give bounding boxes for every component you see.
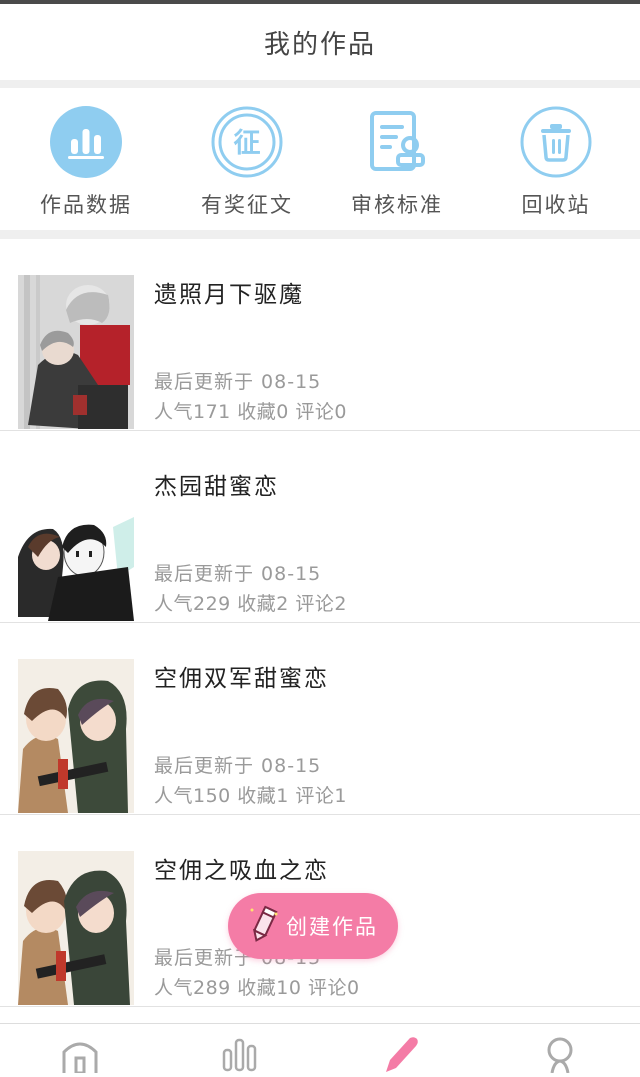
- bottom-nav-write[interactable]: [320, 1024, 480, 1073]
- section-divider: [0, 230, 640, 239]
- work-updated-time: 最后更新于 08-15: [154, 371, 322, 393]
- work-stats: 人气229 收藏2 评论2: [154, 593, 348, 615]
- work-cover-image: [18, 467, 134, 621]
- bottom-nav-home[interactable]: [0, 1024, 160, 1075]
- trash-icon: [519, 105, 593, 179]
- quick-nav: 作品数据 征 有奖征文 审核标准 回收站: [0, 88, 640, 230]
- review-document-icon: [360, 105, 434, 179]
- work-updated-time: 最后更新于 08-15: [154, 755, 322, 777]
- quicknav-label: 有奖征文: [201, 193, 293, 217]
- work-stats: 人气289 收藏10 评论0: [154, 977, 360, 999]
- pencil-icon: [248, 904, 280, 948]
- bottom-nav: [0, 1023, 640, 1075]
- quicknav-label: 回收站: [521, 193, 591, 217]
- page-title: 我的作品: [263, 29, 376, 60]
- contest-glyph: 征: [234, 128, 261, 159]
- quicknav-works-data[interactable]: 作品数据: [0, 88, 172, 230]
- work-cover-image: [18, 275, 134, 429]
- stats-icon: [220, 1036, 260, 1077]
- work-stats: 人气171 收藏0 评论0: [154, 401, 348, 423]
- quicknav-review-standards[interactable]: 审核标准: [322, 88, 472, 230]
- work-item[interactable]: 遗照月下驱魔 最后更新于 08-15 人气171 收藏0 评论0: [0, 239, 640, 431]
- work-item[interactable]: 空佣双军甜蜜恋 最后更新于 08-15 人气150 收藏1 评论1: [0, 623, 640, 815]
- work-title: 杰园甜蜜恋: [154, 474, 279, 500]
- quicknav-contest[interactable]: 征 有奖征文: [172, 88, 322, 230]
- work-title: 空佣之吸血之恋: [154, 858, 329, 884]
- work-title: 遗照月下驱魔: [154, 282, 304, 308]
- bottom-nav-stats[interactable]: [160, 1024, 320, 1073]
- home-icon: [60, 1036, 100, 1077]
- profile-icon: [540, 1036, 580, 1077]
- work-cover-image: [18, 659, 134, 813]
- quicknav-label: 作品数据: [40, 193, 132, 217]
- page-header: 我的作品: [0, 4, 640, 80]
- create-work-button[interactable]: 创建作品: [228, 893, 398, 959]
- quicknav-recycle-bin[interactable]: 回收站: [472, 88, 640, 230]
- section-divider: [0, 80, 640, 88]
- create-work-label: 创建作品: [286, 915, 378, 939]
- bar-chart-icon: [49, 105, 123, 179]
- quicknav-label: 审核标准: [351, 193, 443, 217]
- work-stats: 人气150 收藏1 评论1: [154, 785, 348, 807]
- work-title: 空佣双军甜蜜恋: [154, 666, 329, 692]
- work-item[interactable]: 杰园甜蜜恋 最后更新于 08-15 人气229 收藏2 评论2: [0, 431, 640, 623]
- work-updated-time: 最后更新于 08-15: [154, 563, 322, 585]
- pencil-icon: [380, 1036, 420, 1077]
- work-cover-image: [18, 851, 134, 1005]
- contest-icon: 征: [210, 105, 284, 179]
- bottom-nav-profile[interactable]: [480, 1024, 640, 1074]
- works-list: 遗照月下驱魔 最后更新于 08-15 人气171 收藏0 评论0 杰园甜蜜恋 最…: [0, 239, 640, 1007]
